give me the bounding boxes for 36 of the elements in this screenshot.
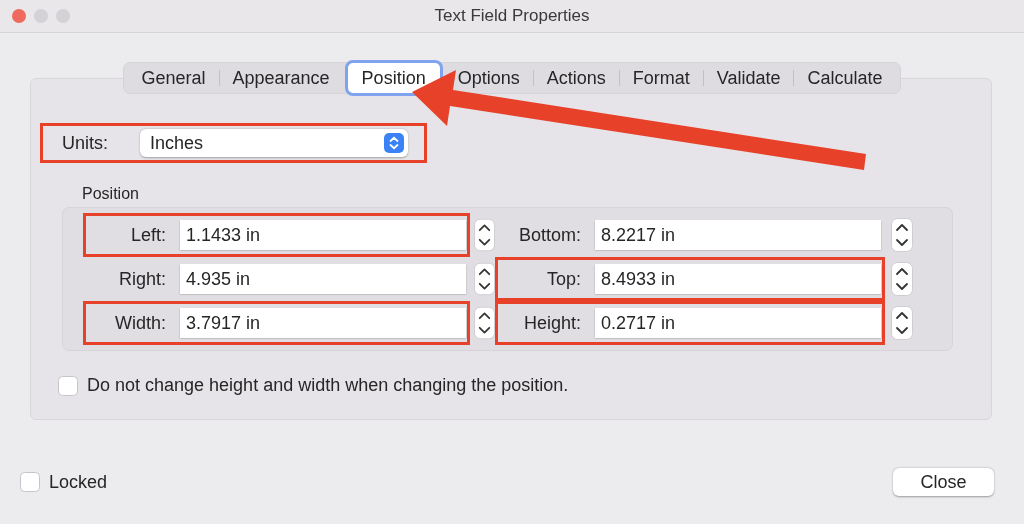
close-button[interactable]: Close [893, 468, 994, 496]
field-label: Bottom: [517, 224, 581, 246]
checkbox[interactable] [20, 472, 40, 492]
tab[interactable]: Options [457, 67, 520, 89]
checkbox-label: Locked [49, 471, 108, 493]
stepper[interactable] [891, 218, 913, 252]
checkbox[interactable] [58, 375, 78, 396]
checkbox-label: Do not change height and width when changing the position. [87, 375, 569, 396]
tab[interactable]: General [141, 67, 206, 89]
tab[interactable]: Position [344, 60, 443, 96]
field-label: Right: [117, 268, 166, 290]
tab[interactable]: Calculate [807, 67, 883, 89]
dropdown-icon [384, 133, 404, 153]
group-title: Position [82, 185, 140, 203]
stepper[interactable] [474, 218, 495, 252]
tab[interactable]: Actions [546, 67, 606, 89]
units-label: Units: [62, 132, 109, 154]
input-field[interactable]: 0.2717 in [595, 308, 881, 338]
window-title: Text Field Properties [434, 6, 590, 26]
tab[interactable]: Validate [716, 67, 781, 89]
field-label: Width: [114, 312, 166, 334]
input-field[interactable]: 8.4933 in [595, 264, 881, 294]
field-label: Top: [545, 268, 581, 290]
field-label: Left: [129, 224, 166, 246]
input-field[interactable]: 4.935 in [180, 264, 466, 294]
stepper[interactable] [891, 306, 913, 340]
stepper[interactable] [474, 306, 495, 340]
stepper[interactable] [474, 262, 495, 296]
input-field[interactable]: 1.1433 in [180, 220, 466, 250]
input-field[interactable]: 3.7917 in [180, 308, 466, 338]
field-label: Height: [522, 312, 581, 334]
tab[interactable]: Appearance [232, 67, 330, 89]
units-dropdown[interactable]: Inches [140, 129, 408, 157]
input-field[interactable]: 8.2217 in [595, 220, 881, 250]
tab[interactable]: Format [632, 67, 690, 89]
stepper[interactable] [891, 262, 913, 296]
